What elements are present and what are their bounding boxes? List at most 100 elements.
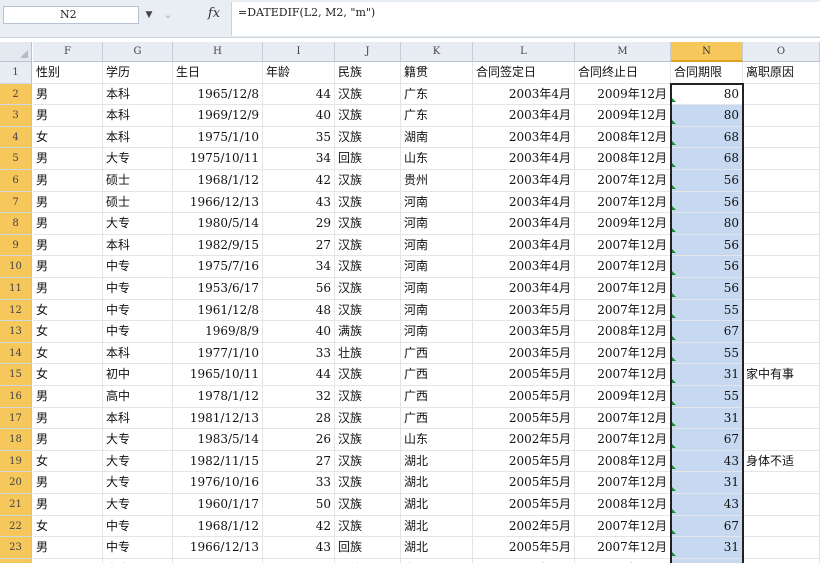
- cell-l23[interactable]: 2005年5月: [473, 537, 575, 559]
- cell-o9[interactable]: [743, 234, 820, 257]
- cell-m17[interactable]: 2007年12月: [575, 407, 671, 430]
- header-cell-g[interactable]: 学历: [103, 62, 173, 84]
- cell-m22[interactable]: 2007年12月: [575, 515, 671, 538]
- cell-i16[interactable]: 32: [263, 386, 335, 408]
- cell-h12[interactable]: 1961/12/8: [173, 299, 263, 322]
- cell-l2[interactable]: 2003年4月: [473, 83, 575, 106]
- header-cell-k[interactable]: 籍贯: [401, 62, 473, 84]
- cell-k5[interactable]: 山东: [401, 148, 473, 170]
- cell-f3[interactable]: 男: [33, 105, 103, 127]
- cell-h9[interactable]: 1982/9/15: [173, 234, 263, 257]
- cell-m21[interactable]: 2008年12月: [575, 494, 671, 516]
- cell-n10[interactable]: 56: [671, 256, 743, 278]
- row-header-7[interactable]: 7: [0, 191, 32, 214]
- cell-m12[interactable]: 2007年12月: [575, 299, 671, 322]
- cell-l10[interactable]: 2003年4月: [473, 256, 575, 278]
- cell-f16[interactable]: 男: [33, 386, 103, 408]
- cell-o18[interactable]: [743, 429, 820, 451]
- row-header-2[interactable]: 2: [0, 83, 32, 106]
- cell-g13[interactable]: 中专: [103, 321, 173, 343]
- cell-j13[interactable]: 满族: [335, 321, 401, 343]
- row-header-22[interactable]: 22: [0, 515, 32, 538]
- cell-i19[interactable]: 27: [263, 450, 335, 473]
- cell-g2[interactable]: 本科: [103, 83, 173, 106]
- spreadsheet-grid[interactable]: F G H I J K L M N O 1 性别 学历 生日 年龄 民族 籍贯 合同签定日 合同终止日 合同期限 离职原…: [0, 38, 820, 563]
- row-header-9[interactable]: 9: [0, 234, 32, 257]
- row-header-13[interactable]: 13: [0, 321, 32, 343]
- cell-k11[interactable]: 河南: [401, 278, 473, 300]
- column-header-n[interactable]: N: [671, 42, 743, 62]
- cell-n13[interactable]: 67: [671, 321, 743, 343]
- cell-n21[interactable]: 43: [671, 494, 743, 516]
- cell-l13[interactable]: 2003年5月: [473, 321, 575, 343]
- cell-f6[interactable]: 男: [33, 170, 103, 192]
- cell-l19[interactable]: 2005年5月: [473, 450, 575, 473]
- cell-k17[interactable]: 广西: [401, 407, 473, 430]
- cell-l7[interactable]: 2003年4月: [473, 191, 575, 214]
- cell-f13[interactable]: 女: [33, 321, 103, 343]
- cell-l21[interactable]: 2005年5月: [473, 494, 575, 516]
- cell-i8[interactable]: 29: [263, 213, 335, 235]
- cell-j19[interactable]: 汉族: [335, 450, 401, 473]
- cell-j11[interactable]: 汉族: [335, 278, 401, 300]
- name-box[interactable]: N2: [3, 6, 139, 24]
- cell-o12[interactable]: [743, 299, 820, 322]
- cell-n16[interactable]: 55: [671, 386, 743, 408]
- row-header-12[interactable]: 12: [0, 299, 32, 322]
- cell-j22[interactable]: 汉族: [335, 515, 401, 538]
- cell-j10[interactable]: 汉族: [335, 256, 401, 278]
- cell-k9[interactable]: 河南: [401, 234, 473, 257]
- cell-n19[interactable]: 43: [671, 450, 743, 473]
- cell-o14[interactable]: [743, 342, 820, 365]
- cell-g22[interactable]: 中专: [103, 515, 173, 538]
- header-cell-n[interactable]: 合同期限: [671, 62, 743, 84]
- cell-h23[interactable]: 1966/12/13: [173, 537, 263, 559]
- cell-o10[interactable]: [743, 256, 820, 278]
- cell-f19[interactable]: 女: [33, 450, 103, 473]
- cell-l9[interactable]: 2003年4月: [473, 234, 575, 257]
- cell-o3[interactable]: [743, 105, 820, 127]
- cell-k6[interactable]: 贵州: [401, 170, 473, 192]
- cell-h21[interactable]: 1960/1/17: [173, 494, 263, 516]
- cell-n24[interactable]: 31: [671, 558, 743, 563]
- cell-h19[interactable]: 1982/11/15: [173, 450, 263, 473]
- cell-o11[interactable]: [743, 278, 820, 300]
- cell-f8[interactable]: 男: [33, 213, 103, 235]
- cell-k20[interactable]: 湖北: [401, 472, 473, 494]
- cell-h14[interactable]: 1977/1/10: [173, 342, 263, 365]
- cell-g9[interactable]: 本科: [103, 234, 173, 257]
- cell-j15[interactable]: 汉族: [335, 364, 401, 386]
- cell-g3[interactable]: 本科: [103, 105, 173, 127]
- cell-g8[interactable]: 大专: [103, 213, 173, 235]
- header-cell-f[interactable]: 性别: [33, 62, 103, 84]
- cell-i5[interactable]: 34: [263, 148, 335, 170]
- cell-i12[interactable]: 48: [263, 299, 335, 322]
- cell-g10[interactable]: 中专: [103, 256, 173, 278]
- cell-f18[interactable]: 男: [33, 429, 103, 451]
- cell-i9[interactable]: 27: [263, 234, 335, 257]
- cell-o15[interactable]: 家中有事: [743, 364, 820, 386]
- cell-j18[interactable]: 汉族: [335, 429, 401, 451]
- column-header-j[interactable]: J: [335, 42, 401, 62]
- cell-m10[interactable]: 2007年12月: [575, 256, 671, 278]
- cell-l8[interactable]: 2003年4月: [473, 213, 575, 235]
- cell-k7[interactable]: 河南: [401, 191, 473, 214]
- cell-n7[interactable]: 56: [671, 191, 743, 214]
- column-header-g[interactable]: G: [103, 42, 173, 62]
- cell-j14[interactable]: 壮族: [335, 342, 401, 365]
- cell-h8[interactable]: 1980/5/14: [173, 213, 263, 235]
- cell-h10[interactable]: 1975/7/16: [173, 256, 263, 278]
- cell-h2[interactable]: 1965/12/8: [173, 83, 263, 106]
- cell-g19[interactable]: 大专: [103, 450, 173, 473]
- cell-j16[interactable]: 汉族: [335, 386, 401, 408]
- row-header-3[interactable]: 3: [0, 105, 32, 127]
- cell-g15[interactable]: 初中: [103, 364, 173, 386]
- cell-g24[interactable]: 中专: [103, 558, 173, 563]
- name-box-dropdown-icon[interactable]: ▼: [142, 6, 156, 24]
- row-header-16[interactable]: 16: [0, 386, 32, 408]
- cell-f9[interactable]: 男: [33, 234, 103, 257]
- cell-i14[interactable]: 33: [263, 342, 335, 365]
- cell-l6[interactable]: 2003年4月: [473, 170, 575, 192]
- cell-n22[interactable]: 67: [671, 515, 743, 538]
- cell-g6[interactable]: 硕士: [103, 170, 173, 192]
